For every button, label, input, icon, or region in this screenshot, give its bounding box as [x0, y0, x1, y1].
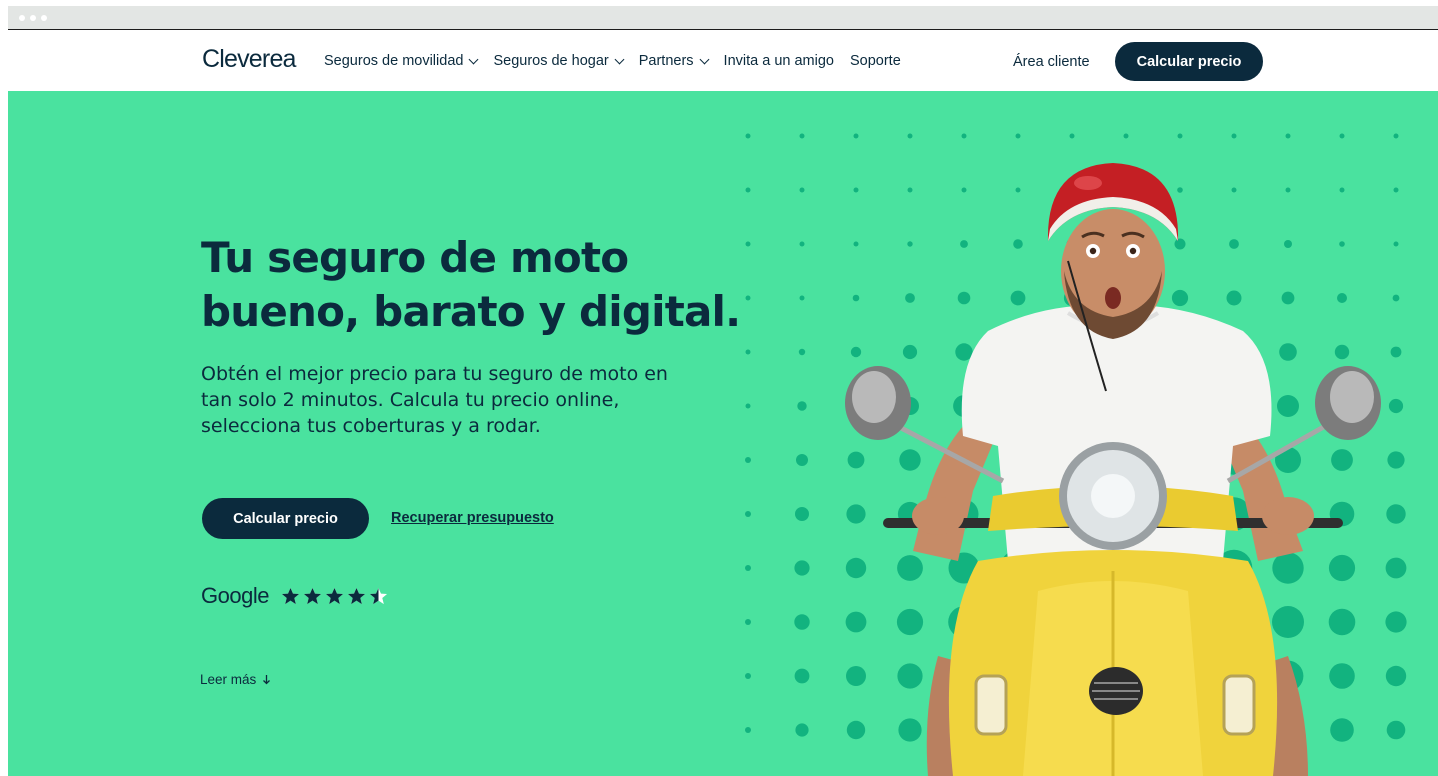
- rating-stars: [281, 587, 388, 606]
- window-dot[interactable]: [30, 15, 36, 21]
- nav-item-label: Invita a un amigo: [723, 53, 834, 69]
- google-rating: Google: [201, 583, 388, 609]
- nav-item-partners[interactable]: Partners: [638, 53, 709, 69]
- hero-title-line2: bueno, barato y digital.: [201, 287, 741, 336]
- nav-item-label: Seguros de movilidad: [324, 53, 464, 69]
- nav-item-seguros-movilidad[interactable]: Seguros de movilidad: [324, 53, 479, 69]
- recover-budget-link[interactable]: Recuperar presupuesto: [391, 510, 554, 526]
- nav-item-invita-amigo[interactable]: Invita a un amigo: [724, 53, 834, 69]
- cleverea-logo[interactable]: Cleverea: [202, 45, 296, 74]
- chevron-down-icon: [614, 54, 625, 64]
- hero-section: Tu seguro de moto bueno, barato y digita…: [8, 91, 1438, 776]
- main-nav: Seguros de movilidad Seguros de hogar Pa…: [324, 53, 901, 69]
- hero-calculate-price-button[interactable]: Calcular precio: [202, 498, 369, 539]
- nav-item-seguros-hogar[interactable]: Seguros de hogar: [493, 53, 625, 69]
- star-icon: [303, 587, 322, 604]
- read-more-label: Leer más: [200, 672, 257, 687]
- star-icon: [347, 587, 366, 604]
- star-icon: [281, 587, 300, 604]
- chevron-down-icon: [469, 54, 479, 64]
- star-icon: [369, 587, 388, 604]
- browser-chrome: [8, 6, 1438, 30]
- google-logo: Google: [201, 583, 269, 608]
- chevron-down-icon: [699, 54, 709, 64]
- nav-item-label: Seguros de hogar: [493, 53, 609, 69]
- hero-subtitle: Obtén el mejor precio para tu seguro de …: [201, 363, 668, 437]
- hero-title: Tu seguro de moto bueno, barato y digita…: [201, 231, 741, 339]
- window-dot[interactable]: [41, 15, 47, 21]
- hero-title-line1: Tu seguro de moto: [201, 233, 629, 282]
- client-area-link[interactable]: Área cliente: [1013, 54, 1090, 70]
- nav-item-label: Soporte: [849, 53, 901, 69]
- nav-item-label: Partners: [638, 53, 694, 69]
- window-controls: [19, 15, 47, 21]
- window-dot[interactable]: [19, 15, 25, 21]
- site-header: Cleverea Seguros de movilidad Seguros de…: [8, 31, 1438, 91]
- nav-item-soporte[interactable]: Soporte: [850, 53, 901, 69]
- read-more-link[interactable]: Leer más: [200, 672, 271, 687]
- arrow-down-icon: [263, 675, 271, 685]
- star-icon: [325, 587, 344, 604]
- header-calculate-price-button[interactable]: Calcular precio: [1115, 42, 1263, 81]
